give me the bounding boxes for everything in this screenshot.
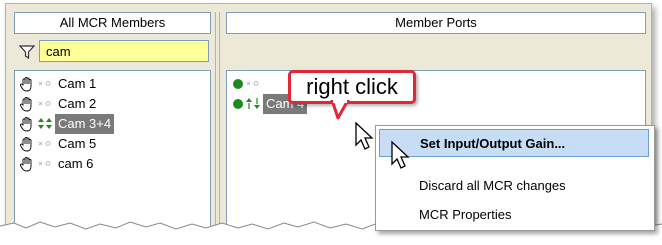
member-label: Cam 5 [58,136,97,151]
member-label: cam 6 [58,156,94,171]
all-members-panel: All MCR Members Cam 1 [14,12,211,232]
hand-icon [19,137,32,152]
filter-row [14,40,211,64]
member-label: Cam 3+4 [55,114,115,134]
member-label: Cam 2 [58,96,97,111]
io-arrows-icon [246,98,260,109]
callout-tail [330,100,350,120]
all-members-header: All MCR Members [14,12,211,34]
inactive-status-icon [246,81,259,86]
inactive-status-icon [38,101,51,106]
member-ports-header: Member Ports [226,12,646,34]
member-row-selected[interactable]: Cam 3+4 [15,114,210,134]
hand-icon [19,157,32,172]
inactive-status-icon [38,141,51,146]
menu-item-mcr-properties[interactable]: MCR Properties [379,201,649,229]
context-menu: Set Input/Output Gain... Discard all MCR… [375,125,655,231]
status-dot-icon [233,99,243,109]
member-label: Cam 1 [58,76,97,91]
menu-item-set-gain[interactable]: Set Input/Output Gain... [379,129,649,157]
member-row[interactable]: cam 6 [15,154,210,174]
hand-icon [19,97,32,112]
filter-icon[interactable] [18,43,36,61]
member-row[interactable]: Cam 1 [15,74,210,94]
panel-splitter[interactable] [213,12,223,226]
inactive-status-icon [38,81,51,86]
mouse-cursor-icon [355,121,374,150]
inactive-status-icon [38,161,51,166]
menu-item-discard-changes[interactable]: Discard all MCR changes [379,172,649,200]
hand-icon [19,117,32,132]
member-row[interactable]: Cam 2 [15,94,210,114]
io-arrows-icon [38,118,52,129]
right-click-callout: right click [288,70,416,104]
hand-icon [19,77,32,92]
members-list[interactable]: Cam 1 Cam 2 Cam 3+4 Cam 5 cam 6 [14,70,211,232]
filter-input[interactable] [39,40,209,62]
member-row[interactable]: Cam 5 [15,134,210,154]
status-dot-icon [233,79,243,89]
mouse-cursor-icon [391,140,410,169]
